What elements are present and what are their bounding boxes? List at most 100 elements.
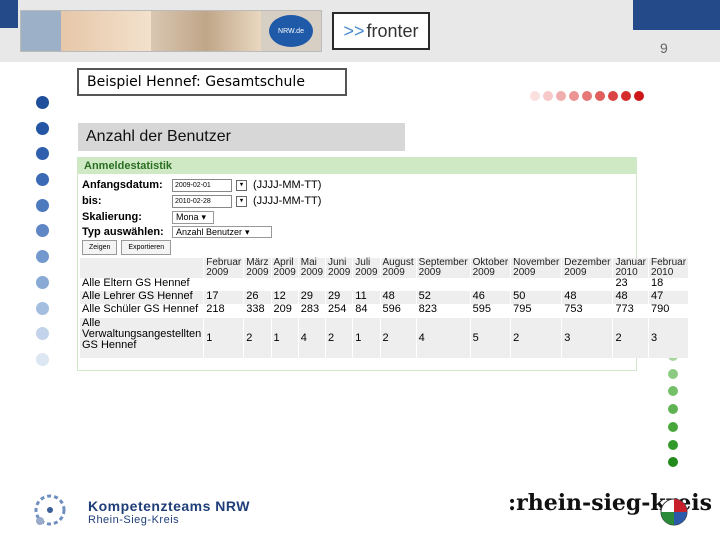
rhein-sieg-kreis-seal-icon [660, 498, 688, 526]
start-date-format-hint: (JJJJ-MM-TT) [253, 179, 322, 191]
end-date-format-hint: (JJJJ-MM-TT) [253, 195, 322, 207]
decorative-dot [36, 121, 49, 135]
decorative-dot [608, 91, 618, 101]
decorative-dot [36, 250, 49, 264]
decorative-dot [36, 173, 49, 187]
type-label: Typ auswählen: [82, 226, 164, 238]
table-cell: 595 [470, 304, 512, 318]
scale-label: Skalierung: [82, 211, 142, 223]
start-date-row: Anfangsdatum: 2009-02-01 ▾ (JJJJ-MM-TT) [82, 178, 321, 192]
decorative-dot [556, 91, 566, 101]
table-row: Alle Schüler GS Hennef 218 338 209 283 254 84 5… [80, 304, 690, 318]
decorative-dot [668, 386, 678, 397]
decorative-dot [36, 198, 49, 212]
table-cell: 2 [510, 318, 563, 358]
type-select[interactable]: Anzahl Benutzer ▾ [172, 226, 272, 238]
panel-heading: Anmeldestatistik [78, 158, 636, 174]
decorative-dot [530, 91, 540, 101]
scale-select-value: Mona [176, 211, 199, 222]
decorative-dot [36, 96, 49, 109]
decorative-dot [543, 91, 553, 101]
left-dot-column [36, 96, 50, 379]
export-button[interactable]: Exportieren [121, 240, 172, 255]
type-select-value: Anzahl Benutzer [176, 226, 243, 237]
table-cell: 254 [325, 304, 354, 318]
scale-select[interactable]: Mona ▾ [172, 210, 214, 224]
table-row: Alle Verwaltungsangestellten GS Hennef 1 2 1 4… [80, 318, 690, 358]
decorative-dot [36, 147, 49, 161]
column-header: September 2009 [416, 258, 471, 278]
table-cell: 283 [298, 304, 327, 318]
banner-photo-family [61, 11, 151, 51]
end-date-input[interactable]: 2010-02-28 [172, 194, 232, 208]
calendar-icon[interactable]: ▾ [236, 179, 247, 191]
table-cell: 218 [203, 304, 245, 318]
scale-row: Skalierung: Mona ▾ [82, 210, 214, 224]
top-dot-row [530, 91, 644, 101]
column-header: Februar 2009 [203, 258, 245, 278]
table-cell: 1 [203, 318, 245, 358]
column-header-year: 2009 [300, 267, 324, 278]
start-date-input[interactable]: 2009-02-01 [172, 178, 232, 192]
statistics-panel: Anmeldestatistik Anfangsdatum: 2009-02-0… [77, 157, 690, 371]
type-row: Typ auswählen: Anzahl Benutzer ▾ [82, 225, 272, 239]
end-date-label: bis: [82, 195, 102, 207]
page-number: 9 [660, 40, 668, 56]
statistics-table: Februar 2009 März 2009 April 2009 Mai 2009 Juni 2… [80, 258, 690, 358]
column-header: November 2009 [510, 258, 563, 278]
decorative-dot [36, 224, 49, 238]
decorative-dot [36, 352, 49, 366]
column-header-year: 2009 [513, 267, 536, 278]
end-date-row: bis: 2010-02-28 ▾ (JJJJ-MM-TT) [82, 194, 321, 208]
column-header: Dezember 2009 [561, 258, 614, 278]
banner-photo-screen [21, 11, 61, 51]
action-buttons: Zeigen Exportieren [82, 240, 172, 255]
decorative-dot [634, 91, 644, 101]
fronter-wordmark: fronter [366, 20, 419, 41]
kompetenzteams-ring-icon [34, 494, 66, 526]
decorative-dot [668, 457, 678, 468]
decorative-dot [668, 439, 678, 450]
banner-photo-children [151, 11, 261, 51]
kompetenzteams-logo: Kompetenzteams NRW Rhein-Sieg-Kreis [30, 490, 290, 530]
decorative-dot [569, 91, 579, 101]
header-accent-right [633, 0, 720, 30]
table-cell: 1 [352, 318, 381, 358]
table-cell: 596 [380, 304, 417, 318]
table-header-corner [80, 258, 205, 278]
column-header-year: 2009 [418, 267, 441, 278]
kompetenzteams-title: Kompetenzteams NRW [88, 498, 250, 514]
show-button[interactable]: Zeigen [82, 240, 118, 255]
table-cell: 2 [243, 318, 272, 358]
decorative-dot [36, 327, 49, 341]
decorative-dot [668, 421, 678, 432]
table-cell: 823 [416, 304, 471, 318]
table-cell: 4 [298, 318, 327, 358]
decorative-dot [595, 91, 605, 101]
row-label-line: GS Hennef [82, 339, 137, 351]
table-cell: 338 [243, 304, 272, 318]
column-header: April 2009 [271, 258, 299, 278]
header-photo-banner: NRW.de [20, 10, 322, 52]
table-cell: 795 [510, 304, 563, 318]
table-cell: 84 [352, 304, 381, 318]
column-header-year: 2009 [472, 267, 495, 278]
calendar-icon[interactable]: ▾ [236, 195, 247, 207]
nrw-logo-badge: NRW.de [269, 15, 313, 47]
table-cell: 209 [271, 304, 299, 318]
row-label: Alle Schüler GS Hennef [80, 304, 205, 318]
table-cell: 3 [648, 318, 690, 358]
decorative-dot [36, 301, 49, 315]
fronter-logo: >> fronter [332, 12, 430, 50]
row-label: Alle Verwaltungsangestellten GS Hennef [80, 318, 205, 358]
kompetenzteams-region: Rhein-Sieg-Kreis [88, 514, 180, 526]
column-header: März 2009 [243, 258, 272, 278]
decorative-dot [582, 91, 592, 101]
table-cell: 2 [380, 318, 417, 358]
chevron-down-icon: ▾ [245, 226, 250, 237]
table-cell: 1 [271, 318, 299, 358]
column-header-year: 2009 [206, 267, 229, 278]
column-header: Mai 2009 [298, 258, 327, 278]
table-cell: 2 [325, 318, 354, 358]
column-header-year: 2009 [382, 267, 405, 278]
